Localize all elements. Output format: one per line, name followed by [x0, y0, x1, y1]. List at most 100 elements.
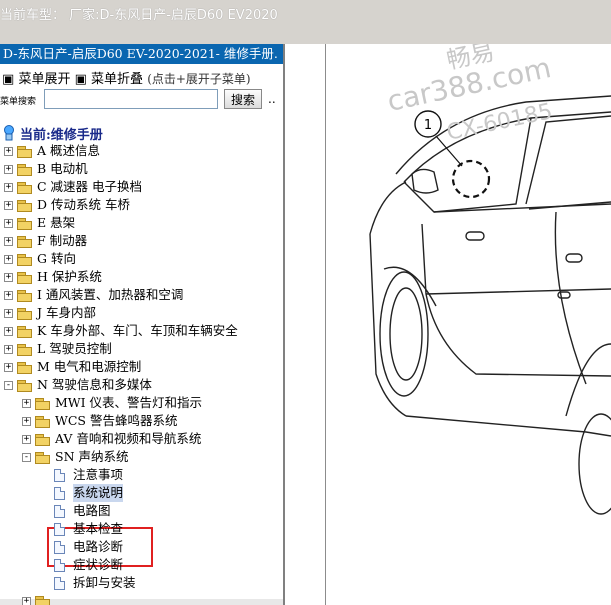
expand-toggle-icon[interactable]: +: [4, 201, 13, 210]
tree-item-label: MWI 仪表、警告灯和指示: [55, 395, 203, 410]
search-input[interactable]: [44, 89, 218, 109]
tree-item-label: H 保护系统: [37, 269, 102, 284]
tree-item-label: F 制动器: [37, 233, 88, 248]
expand-toggle-icon[interactable]: +: [22, 597, 31, 605]
splitter[interactable]: [285, 44, 326, 605]
search-row: 菜单搜索 搜索 ..: [0, 89, 283, 111]
tree-item[interactable]: + B 电动机: [0, 160, 283, 178]
folder-icon: [17, 146, 33, 158]
tree-item-label: 拆卸与安装: [73, 575, 136, 590]
tree-item-label: 基本检查: [73, 521, 124, 536]
folder-icon: [17, 326, 33, 338]
tree-item-label: 电路诊断: [73, 539, 124, 554]
tree-item-label: B 电动机: [37, 161, 88, 176]
more-button[interactable]: ..: [268, 92, 276, 106]
tree-item-label: AV 音响和视频和导航系统: [55, 431, 202, 446]
folder-icon: [17, 182, 33, 194]
collapse-icon[interactable]: ▣: [75, 72, 87, 87]
tree-item[interactable]: + I 通风装置、加热器和空调: [0, 286, 283, 304]
tree-item-label: 系统说明: [73, 484, 124, 502]
collapse-toggle-icon[interactable]: -: [4, 381, 13, 390]
subtree-item[interactable]: +: [0, 592, 283, 605]
expand-toggle-icon[interactable]: +: [4, 219, 13, 228]
tree-item[interactable]: + F 制动器: [0, 232, 283, 250]
search-label: 菜单搜索: [0, 97, 37, 107]
tree-item[interactable]: - N 驾驶信息和多媒体: [0, 376, 283, 394]
callout-number: 1: [424, 118, 432, 133]
tree-item-label: L 驾驶员控制: [37, 341, 112, 356]
tree-item[interactable]: + M 电气和电源控制: [0, 358, 283, 376]
expand-toggle-icon[interactable]: +: [22, 417, 31, 426]
tree-item[interactable]: + D 传动系统 车桥: [0, 196, 283, 214]
expand-toggle-icon[interactable]: +: [22, 435, 31, 444]
subtree-item[interactable]: + MWI 仪表、警告灯和指示: [0, 394, 283, 412]
tree-item[interactable]: + A 概述信息: [0, 142, 283, 160]
tree-item-label: G 转向: [37, 251, 76, 266]
doc-item[interactable]: 电路图: [0, 502, 283, 520]
tree-item[interactable]: + J 车身内部: [0, 304, 283, 322]
doc-item[interactable]: 注意事项: [0, 466, 283, 484]
tree-item[interactable]: + K 车身外部、车门、车顶和车辆安全: [0, 322, 283, 340]
root-label: 当前:维修手册: [20, 128, 103, 143]
folder-icon: [35, 434, 51, 446]
expand-toggle-icon[interactable]: +: [4, 291, 13, 300]
window-caption: 当前车型： 厂家:D-东风日产-启辰D60 EV2020: [0, 8, 278, 23]
folder-icon: [35, 596, 51, 605]
document-icon: [54, 505, 65, 518]
figure-panel: 1 畅易 car388.com CX-60185: [326, 44, 611, 605]
doc-item[interactable]: 系统说明: [0, 484, 283, 502]
expand-icon[interactable]: ▣: [2, 72, 14, 87]
expand-toggle-icon[interactable]: +: [4, 273, 13, 282]
expand-toggle-icon[interactable]: +: [4, 165, 13, 174]
subtree-item[interactable]: + WCS 警告蜂鸣器系统: [0, 412, 283, 430]
tree-item[interactable]: + H 保护系统: [0, 268, 283, 286]
expand-toggle-icon[interactable]: +: [4, 363, 13, 372]
title-bar: 当前车型： 厂家:D-东风日产-启辰D60 EV2020: [0, 0, 611, 45]
expand-toggle-icon[interactable]: +: [4, 309, 13, 318]
document-icon: [54, 577, 65, 590]
expand-toggle-icon[interactable]: +: [4, 345, 13, 354]
tree-item-label: A 概述信息: [37, 143, 101, 158]
doc-item[interactable]: 基本检查: [0, 520, 283, 538]
folder-icon: [35, 416, 51, 428]
menu-panel: D-东风日产-启辰D60 EV-2020-2021- 维修手册. ▣ 菜单展开 …: [0, 44, 285, 605]
doc-item[interactable]: 拆卸与安装: [0, 574, 283, 592]
tree-item-label: 症状诊断: [73, 557, 124, 572]
tree-item[interactable]: + L 驾驶员控制: [0, 340, 283, 358]
expand-toggle-icon[interactable]: +: [4, 237, 13, 246]
tree-item[interactable]: + G 转向: [0, 250, 283, 268]
root-icon: [4, 125, 14, 141]
document-icon: [54, 469, 65, 482]
folder-icon: [17, 272, 33, 284]
folder-icon: [17, 200, 33, 212]
document-icon: [54, 559, 65, 572]
tree-item-label: J 车身内部: [37, 305, 96, 320]
tree-item-label: 注意事项: [73, 467, 124, 482]
folder-icon: [17, 344, 33, 356]
folder-icon: [17, 308, 33, 320]
subtree-item[interactable]: - SN 声纳系统: [0, 448, 283, 466]
collapse-toggle-icon[interactable]: -: [22, 453, 31, 462]
expand-toggle-icon[interactable]: +: [4, 183, 13, 192]
tree-item-label: 电路图: [73, 503, 111, 518]
doc-item[interactable]: 电路诊断: [0, 538, 283, 556]
expand-toggle-icon[interactable]: +: [4, 255, 13, 264]
folder-icon: [17, 362, 33, 374]
tree-item-label: N 驾驶信息和多媒体: [37, 377, 152, 392]
expand-toggle-icon[interactable]: +: [22, 399, 31, 408]
search-button[interactable]: 搜索: [224, 89, 262, 109]
tree-item[interactable]: + E 悬架: [0, 214, 283, 232]
expand-toggle-icon[interactable]: +: [4, 147, 13, 156]
expand-toggle-icon[interactable]: +: [4, 327, 13, 336]
manual-title: D-东风日产-启辰D60 EV-2020-2021- 维修手册.: [0, 44, 283, 64]
menu-expand-link[interactable]: 菜单展开: [18, 72, 70, 87]
doc-item[interactable]: 症状诊断: [0, 556, 283, 574]
subtree-item[interactable]: + AV 音响和视频和导航系统: [0, 430, 283, 448]
menu-hint: (点击+展开子菜单): [147, 72, 251, 86]
folder-icon: [17, 164, 33, 176]
tree-item-label: K 车身外部、车门、车顶和车辆安全: [37, 323, 238, 338]
tree-item[interactable]: + C 减速器 电子换档: [0, 178, 283, 196]
tree-item-label: D 传动系统 车桥: [37, 197, 130, 212]
folder-icon: [17, 218, 33, 230]
menu-collapse-link[interactable]: 菜单折叠: [91, 72, 143, 87]
